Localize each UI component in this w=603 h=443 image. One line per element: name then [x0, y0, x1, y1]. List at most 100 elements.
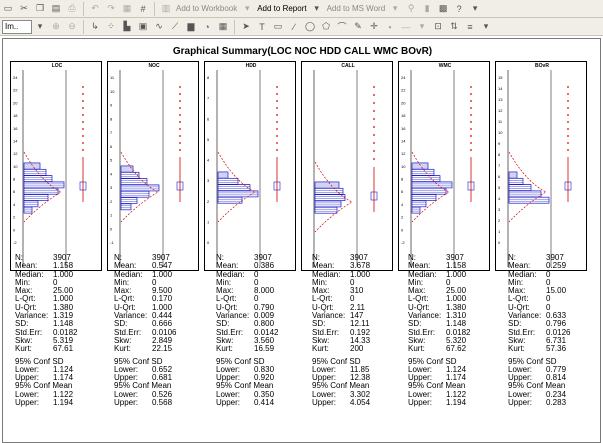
copy-icon[interactable]: ❐ — [34, 3, 46, 15]
y-tick-label: 4 — [401, 202, 404, 207]
table-icon[interactable]: ▦ — [121, 3, 133, 15]
dropdown-arrow-icon[interactable]: ▾ — [241, 3, 253, 15]
stat-value: 57.36 — [546, 344, 567, 354]
add-to-workbook-button[interactable]: Add to Workbook — [176, 4, 237, 13]
add-to-report-button[interactable]: Add to Report — [257, 4, 306, 13]
outlier-point — [276, 107, 278, 109]
y-tick-label: 10 — [13, 164, 18, 169]
stat-value: 0.259 — [546, 261, 567, 271]
y-tick-label: 3 — [110, 185, 113, 190]
y-tick-label: 7 — [498, 163, 501, 168]
add-to-ms-word-button[interactable]: Add to MS Word — [327, 4, 386, 13]
zoom-out-icon[interactable]: ⊖ — [66, 21, 78, 33]
y-tick-label: 0 — [207, 240, 210, 245]
pie-plot-icon[interactable]: ◔ — [201, 21, 213, 33]
boxplot-icon[interactable]: ▣ — [137, 21, 149, 33]
zoom-in-icon[interactable]: ⊕ — [50, 21, 62, 33]
y-tick-label: 5 — [207, 137, 210, 142]
y-tick-label: 22 — [401, 88, 406, 93]
stats-block-call: N: 3907 Mean: 3.678 Median: 1.000 Min: 0 Max: 310… — [312, 253, 411, 408]
outlier-point — [82, 114, 84, 116]
separator — [154, 1, 155, 16]
histogram-bar — [23, 187, 59, 195]
print-icon[interactable]: ⎙ — [66, 3, 78, 15]
help-pointer-icon[interactable]: ? — [453, 3, 465, 15]
outlier-point — [373, 118, 375, 120]
y-tick-label: 24 — [13, 75, 18, 80]
line-tool-icon[interactable]: ∕ — [288, 21, 300, 33]
normal-curve — [314, 161, 353, 233]
paste-icon[interactable]: ▤ — [50, 3, 62, 15]
workbook-icon[interactable]: ▥ — [160, 3, 172, 15]
stat-value: 200 — [350, 344, 364, 354]
histogram-bar — [508, 177, 524, 185]
grid-color-icon[interactable]: ▩ — [437, 3, 449, 15]
histogram-bar — [411, 206, 421, 214]
outlier-point — [82, 149, 84, 151]
lock-icon[interactable]: ⊡ — [432, 21, 444, 33]
line-color-icon[interactable]: ― — [400, 21, 412, 33]
histogram-bar — [411, 200, 427, 208]
histogram-bar — [217, 177, 239, 185]
outlier-point — [179, 128, 181, 130]
stat-row: Upper: 4.054 — [312, 398, 411, 408]
outlier-point — [567, 93, 569, 95]
dropdown-arrow-icon[interactable]: ▾ — [480, 21, 492, 33]
undo-icon[interactable]: ↶ — [89, 3, 101, 15]
dropdown-arrow-icon[interactable]: ▾ — [416, 21, 428, 33]
outlier-point — [470, 107, 472, 109]
y-tick-label: -1 — [110, 240, 114, 245]
y-tick-label: 4 — [110, 171, 113, 176]
histogram-bar — [120, 203, 132, 211]
y-tick-label: 12 — [498, 108, 503, 113]
curve-tool-icon[interactable]: ⌒ — [336, 21, 348, 33]
brush-icon[interactable]: ✎ — [352, 21, 364, 33]
grid-icon[interactable]: # — [137, 3, 149, 15]
histogram-bar — [508, 190, 542, 198]
y-tick-label: 8 — [401, 177, 404, 182]
font-combo[interactable]: Im.. — [2, 19, 32, 34]
normal-plot-icon[interactable]: ∿ — [153, 21, 165, 33]
y-tick-label: 9 — [498, 141, 501, 146]
y-tick-label: 8 — [207, 75, 210, 80]
histogram-icon[interactable]: ▙ — [121, 21, 133, 33]
polygon-tool-icon[interactable]: ⬠ — [320, 21, 332, 33]
crosshair-icon[interactable]: ✛ — [368, 21, 380, 33]
y-tick-label: 6 — [13, 189, 16, 194]
line-plot-icon[interactable]: ⟋ — [169, 21, 181, 33]
graph-toolbar: Im.. ▾ ⊕ ⊖ ↳ ⁘ ▙ ▣ ∿ ⟋ ▆ ◔ ▦ ➤ T ▭ ∕ ◯ ⬠… — [0, 18, 603, 36]
outlier-point — [82, 121, 84, 123]
histogram-bar — [411, 181, 453, 189]
outlier-point — [373, 110, 375, 112]
text-tool-icon[interactable]: T — [256, 21, 268, 33]
axis-icon[interactable]: ↳ — [89, 21, 101, 33]
bar-plot-icon[interactable]: ▆ — [185, 21, 197, 33]
y-tick-label: -2 — [401, 240, 405, 245]
stat-value: 4.054 — [350, 398, 371, 408]
dropdown-arrow-icon[interactable]: ▾ — [34, 21, 46, 33]
chart-icon[interactable]: ▮ — [421, 3, 433, 15]
properties-icon[interactable]: ≡ — [464, 21, 476, 33]
dropdown-arrow-icon[interactable]: ▾ — [311, 3, 323, 15]
matrix-icon[interactable]: ▦ — [217, 21, 229, 33]
pointer-icon[interactable]: ➤ — [240, 21, 252, 33]
dropdown-arrow-icon[interactable]: ▾ — [469, 3, 481, 15]
redo-icon[interactable]: ↷ — [105, 3, 117, 15]
histogram-bar — [411, 194, 437, 201]
summary-panel-loc: LOC 24 22 20 18 16 14 12 10 8 6 4 2 0 -2 — [10, 61, 102, 271]
cut-icon[interactable]: ✂ — [18, 3, 30, 15]
y-tick-label: 0 — [401, 227, 404, 232]
new-icon[interactable]: ▭ — [2, 3, 14, 15]
histogram-bar — [508, 184, 532, 191]
fill-color-icon[interactable]: ▪ — [384, 21, 396, 33]
dropdown-arrow-icon[interactable]: ▾ — [389, 3, 401, 15]
outlier-point — [373, 134, 375, 136]
ellipse-tool-icon[interactable]: ◯ — [304, 21, 316, 33]
outlier-point — [179, 149, 181, 151]
stats-block-bovr: N: 3907 Mean: 0.259 Median: 0 Min: 0 Max: 15.00 L-… — [508, 253, 603, 408]
link-icon[interactable]: ⚲ — [405, 3, 417, 15]
scatter-icon[interactable]: ⁘ — [105, 21, 117, 33]
stat-value: 0.283 — [546, 398, 567, 408]
rectangle-tool-icon[interactable]: ▭ — [272, 21, 284, 33]
sort-icon[interactable]: ⇅ — [448, 21, 460, 33]
